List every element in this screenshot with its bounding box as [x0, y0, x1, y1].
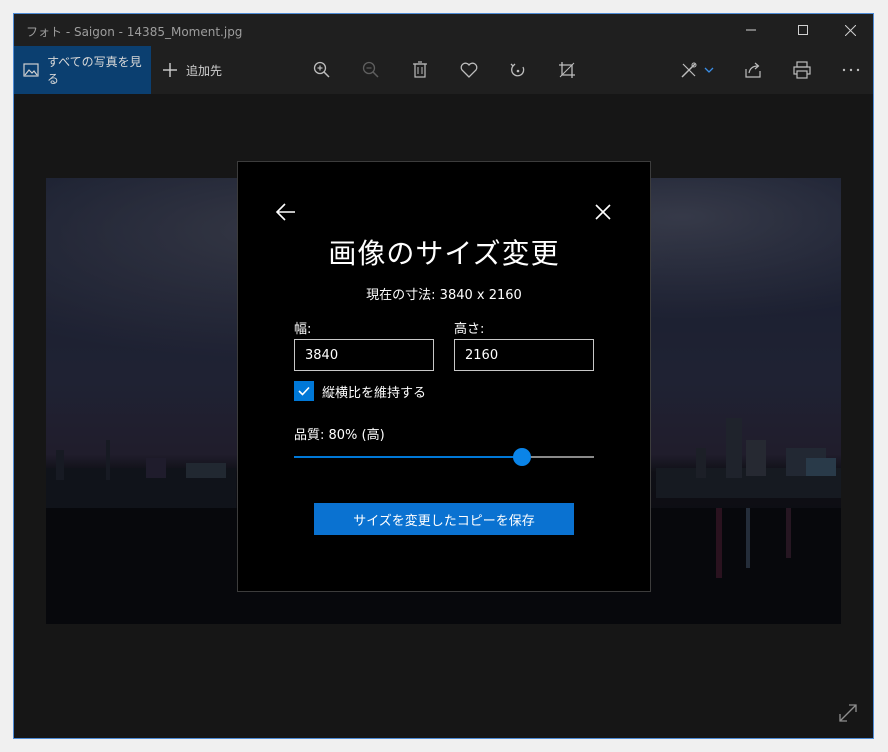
dialog-title: 画像のサイズ変更 [328, 237, 560, 270]
minimize-icon [746, 29, 756, 31]
height-input[interactable] [454, 339, 594, 371]
edit-draw-icon [681, 62, 697, 78]
window-title: フォト - Saigon - 14385_Moment.jpg [26, 25, 243, 39]
close-icon [595, 204, 611, 220]
toolbar: すべての写真を見る 追加先 [14, 46, 873, 94]
close-icon [844, 24, 856, 36]
crop-icon[interactable] [557, 60, 577, 80]
minimize-button[interactable] [728, 14, 774, 46]
height-label: 高さ: [454, 322, 485, 337]
print-icon[interactable] [792, 60, 812, 80]
back-arrow-icon [275, 203, 295, 221]
dialog-close-button[interactable] [591, 200, 615, 224]
keep-aspect-ratio-checkbox[interactable] [294, 381, 314, 401]
width-input[interactable] [294, 339, 434, 371]
photos-app-window: フォト - Saigon - 14385_Moment.jpg すべての写真を見… [13, 13, 874, 739]
zoom-in-icon[interactable] [312, 60, 332, 80]
maximize-button[interactable] [780, 14, 826, 46]
back-button[interactable] [274, 200, 298, 224]
quality-label: 品質: 80% (高) [294, 428, 385, 443]
keep-aspect-ratio-label[interactable]: 縦横比を維持する [322, 382, 426, 401]
current-dimensions: 現在の寸法: 3840 x 2160 [366, 288, 522, 303]
maximize-icon [798, 25, 808, 35]
add-to-button[interactable]: 追加先 [162, 46, 222, 94]
close-window-button[interactable] [827, 14, 873, 46]
checkmark-icon [298, 386, 310, 396]
width-label: 幅: [294, 322, 312, 337]
photo-viewer: 画像のサイズ変更 現在の寸法: 3840 x 2160 幅: 高さ: 縦横比を維… [14, 94, 873, 738]
see-all-photos-label: すべての写真を見る [47, 55, 142, 86]
photo-icon [23, 63, 39, 77]
fullscreen-expand-icon[interactable] [837, 702, 859, 724]
zoom-out-icon[interactable] [361, 60, 381, 80]
see-all-photos-button[interactable]: すべての写真を見る [14, 46, 151, 94]
chevron-down-icon [704, 67, 714, 73]
title-bar[interactable]: フォト - Saigon - 14385_Moment.jpg [14, 14, 873, 46]
share-icon[interactable] [743, 60, 763, 80]
rotate-icon[interactable] [508, 60, 528, 80]
plus-icon [162, 62, 178, 78]
more-icon[interactable] [841, 60, 861, 80]
delete-icon[interactable] [410, 60, 430, 80]
edit-draw-menu-button[interactable] [680, 60, 718, 80]
add-to-label: 追加先 [186, 63, 223, 78]
slider-thumb[interactable] [513, 448, 531, 466]
resize-dialog: 画像のサイズ変更 現在の寸法: 3840 x 2160 幅: 高さ: 縦横比を維… [237, 161, 651, 592]
favorite-icon[interactable] [459, 60, 479, 80]
slider-fill [294, 456, 522, 458]
save-resized-copy-button[interactable]: サイズを変更したコピーを保存 [314, 503, 574, 535]
quality-slider[interactable] [294, 448, 594, 466]
